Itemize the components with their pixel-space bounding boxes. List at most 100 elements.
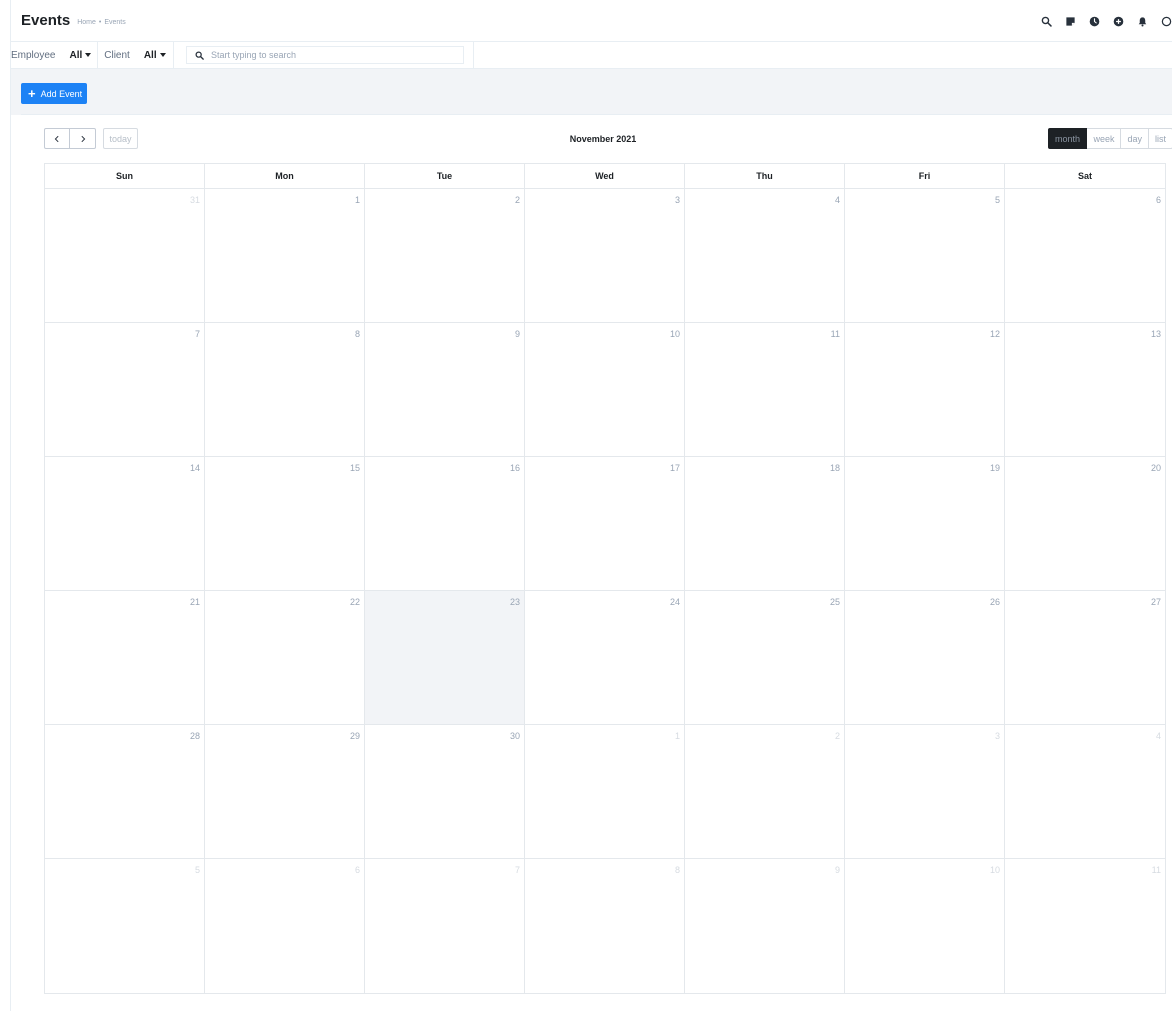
day-number[interactable]: 27: [1151, 597, 1161, 607]
day-cell[interactable]: 1: [525, 725, 685, 858]
day-cell[interactable]: 10: [845, 859, 1005, 993]
day-number[interactable]: 9: [515, 329, 520, 339]
day-cell[interactable]: 26: [845, 591, 1005, 724]
day-number[interactable]: 25: [830, 597, 840, 607]
day-cell[interactable]: 6: [1005, 189, 1165, 322]
day-number[interactable]: 5: [995, 195, 1000, 205]
day-cell[interactable]: 14: [45, 457, 205, 590]
day-cell[interactable]: 30: [365, 725, 525, 858]
day-cell[interactable]: 24: [525, 591, 685, 724]
day-number[interactable]: 21: [190, 597, 200, 607]
day-number[interactable]: 17: [670, 463, 680, 473]
day-number[interactable]: 30: [510, 731, 520, 741]
day-number[interactable]: 18: [830, 463, 840, 473]
day-cell[interactable]: 7: [45, 323, 205, 456]
day-cell-today[interactable]: 23: [365, 591, 525, 724]
day-number[interactable]: 12: [990, 329, 1000, 339]
day-cell[interactable]: 6: [205, 859, 365, 993]
day-cell[interactable]: 15: [205, 457, 365, 590]
day-cell[interactable]: 8: [205, 323, 365, 456]
clock-icon[interactable]: [1082, 12, 1106, 30]
view-month-button[interactable]: month: [1048, 128, 1088, 149]
day-cell[interactable]: 21: [45, 591, 205, 724]
day-number[interactable]: 29: [350, 731, 360, 741]
day-cell[interactable]: 20: [1005, 457, 1165, 590]
view-list-button[interactable]: list: [1149, 128, 1172, 149]
day-cell[interactable]: 27: [1005, 591, 1165, 724]
day-number[interactable]: 15: [350, 463, 360, 473]
day-cell[interactable]: 17: [525, 457, 685, 590]
day-number[interactable]: 16: [510, 463, 520, 473]
day-number[interactable]: 19: [990, 463, 1000, 473]
plus-circle-icon[interactable]: [1106, 12, 1130, 30]
day-cell[interactable]: 12: [845, 323, 1005, 456]
bell-icon[interactable]: [1130, 12, 1154, 30]
day-cell[interactable]: 18: [685, 457, 845, 590]
day-cell[interactable]: 7: [365, 859, 525, 993]
day-number[interactable]: 14: [190, 463, 200, 473]
day-cell[interactable]: 11: [1005, 859, 1165, 993]
day-number[interactable]: 11: [831, 329, 840, 339]
day-number[interactable]: 7: [195, 329, 200, 339]
day-number[interactable]: 8: [355, 329, 360, 339]
day-cell[interactable]: 28: [45, 725, 205, 858]
day-cell[interactable]: 25: [685, 591, 845, 724]
add-event-button[interactable]: + Add Event: [21, 83, 87, 104]
day-cell[interactable]: 5: [845, 189, 1005, 322]
day-number[interactable]: 3: [675, 195, 680, 205]
day-number[interactable]: 1: [355, 195, 360, 205]
breadcrumb-home[interactable]: Home: [77, 19, 96, 26]
day-number[interactable]: 22: [350, 597, 360, 607]
day-number[interactable]: 20: [1151, 463, 1161, 473]
day-cell[interactable]: 8: [525, 859, 685, 993]
day-cell[interactable]: 9: [685, 859, 845, 993]
day-cell[interactable]: 22: [205, 591, 365, 724]
day-cell[interactable]: 2: [685, 725, 845, 858]
day-number[interactable]: 6: [355, 865, 360, 875]
client-filter[interactable]: Client All: [104, 42, 166, 69]
day-number[interactable]: 24: [670, 597, 680, 607]
day-number[interactable]: 6: [1156, 195, 1161, 205]
day-cell[interactable]: 10: [525, 323, 685, 456]
day-number[interactable]: 10: [990, 865, 1000, 875]
search-input[interactable]: [211, 50, 451, 60]
user-menu-icon[interactable]: [1154, 12, 1172, 30]
day-cell[interactable]: 29: [205, 725, 365, 858]
day-number[interactable]: 11: [1152, 865, 1161, 875]
day-number[interactable]: 23: [510, 597, 520, 607]
day-number[interactable]: 4: [835, 195, 840, 205]
day-cell[interactable]: 13: [1005, 323, 1165, 456]
day-number[interactable]: 28: [190, 731, 200, 741]
day-cell[interactable]: 3: [845, 725, 1005, 858]
view-day-button[interactable]: day: [1121, 128, 1149, 149]
day-cell[interactable]: 3: [525, 189, 685, 322]
day-cell[interactable]: 31: [45, 189, 205, 322]
day-number[interactable]: 7: [515, 865, 520, 875]
day-number[interactable]: 8: [675, 865, 680, 875]
day-number[interactable]: 31: [190, 195, 200, 205]
day-number[interactable]: 4: [1156, 731, 1161, 741]
day-cell[interactable]: 9: [365, 323, 525, 456]
day-cell[interactable]: 16: [365, 457, 525, 590]
day-cell[interactable]: 19: [845, 457, 1005, 590]
day-cell[interactable]: 2: [365, 189, 525, 322]
day-number[interactable]: 1: [675, 731, 680, 741]
employee-filter-select[interactable]: All: [69, 50, 92, 61]
day-cell[interactable]: 5: [45, 859, 205, 993]
day-cell[interactable]: 4: [1005, 725, 1165, 858]
day-cell[interactable]: 11: [685, 323, 845, 456]
sticky-note-icon[interactable]: [1058, 12, 1082, 30]
day-number[interactable]: 13: [1151, 329, 1161, 339]
day-number[interactable]: 10: [670, 329, 680, 339]
day-number[interactable]: 26: [990, 597, 1000, 607]
day-number[interactable]: 2: [835, 731, 840, 741]
day-number[interactable]: 9: [835, 865, 840, 875]
day-number[interactable]: 2: [515, 195, 520, 205]
employee-filter[interactable]: Employee All: [11, 42, 92, 69]
day-number[interactable]: 3: [995, 731, 1000, 741]
view-week-button[interactable]: week: [1087, 128, 1122, 149]
search-icon[interactable]: [1034, 12, 1058, 30]
day-cell[interactable]: 4: [685, 189, 845, 322]
client-filter-select[interactable]: All: [144, 50, 166, 61]
day-cell[interactable]: 1: [205, 189, 365, 322]
